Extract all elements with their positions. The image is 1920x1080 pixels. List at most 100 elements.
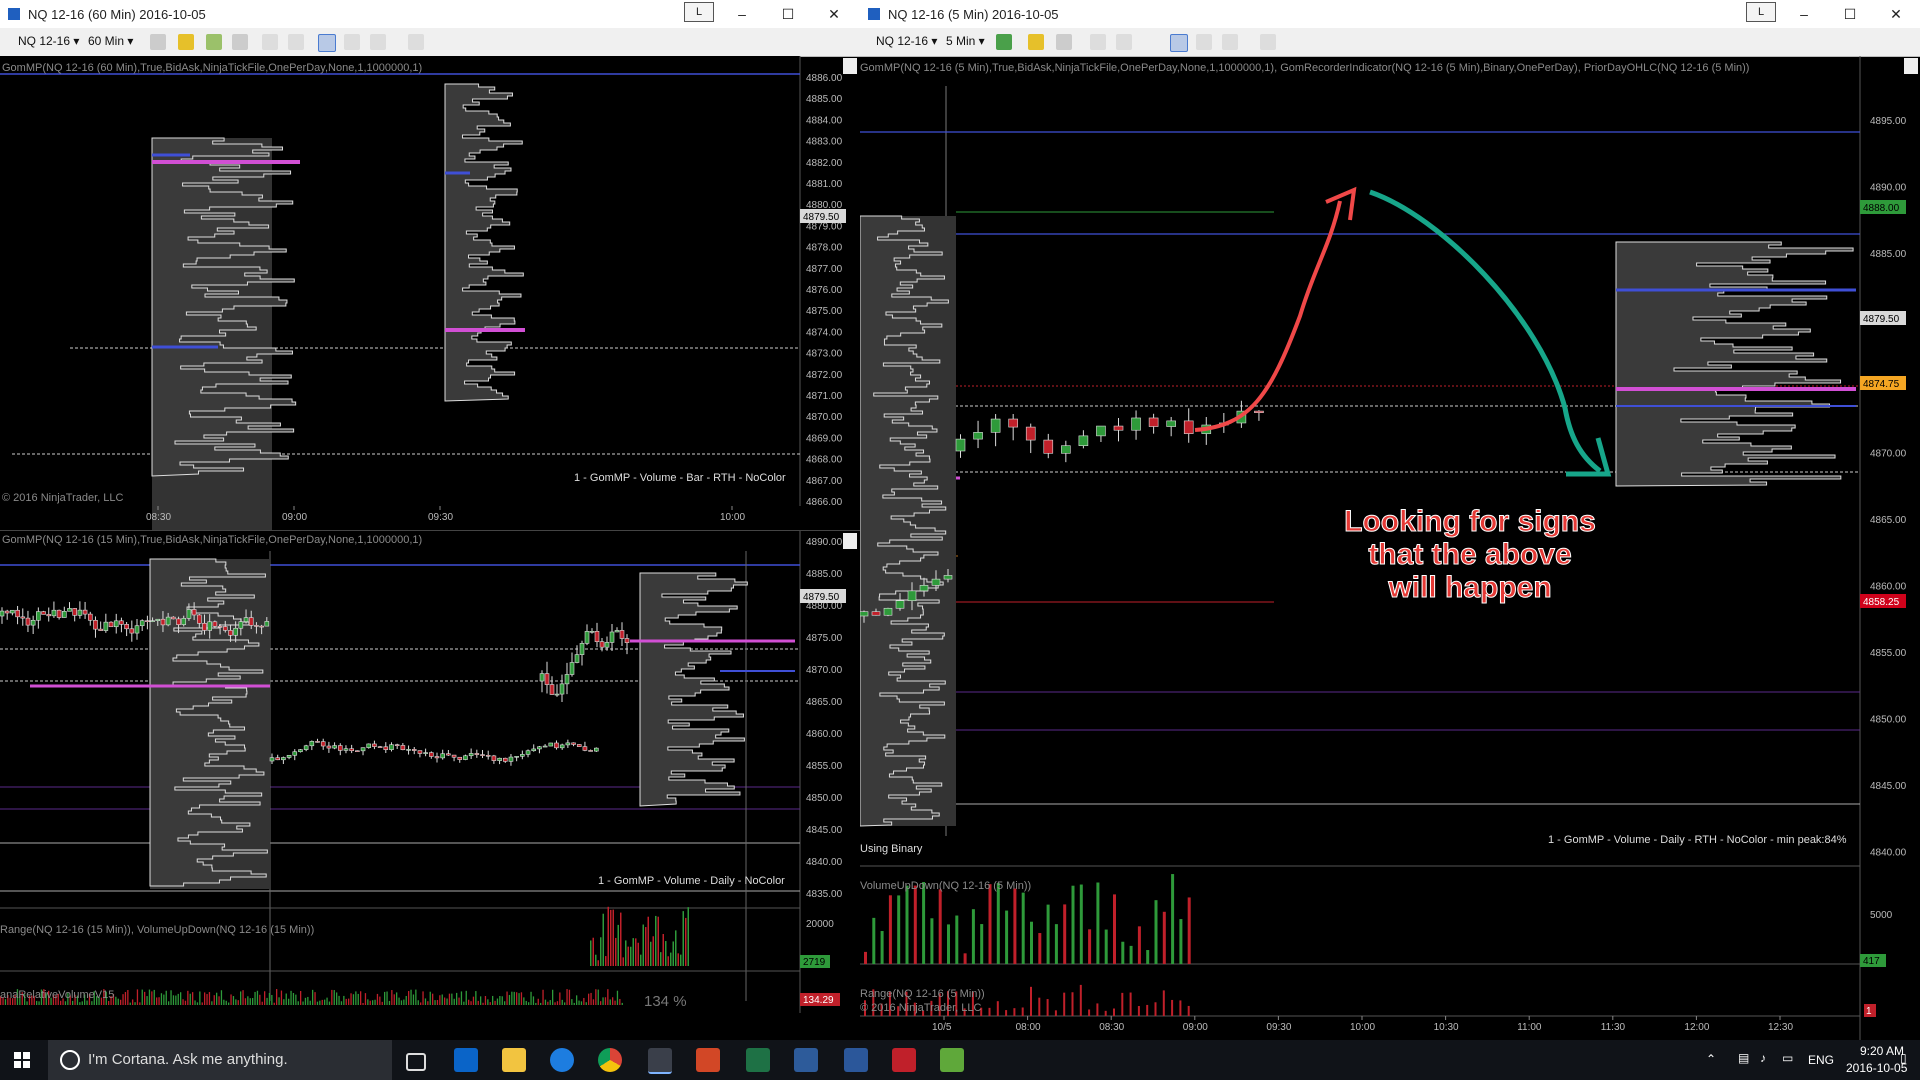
volume-bar bbox=[913, 885, 917, 964]
cursor-icon[interactable] bbox=[262, 34, 278, 50]
relvol-bar bbox=[201, 1002, 203, 1005]
app-red-icon[interactable] bbox=[892, 1048, 916, 1072]
close-button[interactable]: ✕ bbox=[1874, 0, 1918, 28]
candle bbox=[165, 616, 171, 626]
eraser-icon[interactable] bbox=[232, 34, 248, 50]
file-explorer-icon[interactable] bbox=[502, 1048, 526, 1072]
candle bbox=[119, 620, 124, 625]
eraser-icon[interactable] bbox=[1056, 34, 1072, 50]
volume-bar bbox=[996, 883, 1000, 964]
candle bbox=[197, 614, 202, 624]
link-button[interactable]: L bbox=[684, 2, 714, 22]
candle bbox=[955, 438, 966, 452]
relvol-bar bbox=[609, 999, 611, 1005]
minimize-button[interactable]: – bbox=[720, 0, 764, 28]
pencil-icon[interactable] bbox=[1028, 34, 1044, 50]
line-tool-icon[interactable] bbox=[150, 34, 166, 50]
excel-icon[interactable] bbox=[746, 1048, 770, 1072]
relative-volume-label: anaRelativeVolumeV15 bbox=[0, 989, 115, 1001]
bar-type-icon[interactable] bbox=[996, 34, 1012, 50]
clock-time[interactable]: 9:20 AM bbox=[1860, 1044, 1904, 1058]
notification-msg-icon[interactable]: ▭ bbox=[1782, 1051, 1793, 1065]
volume-bar bbox=[1054, 924, 1058, 964]
candle bbox=[919, 585, 929, 592]
tray-chevron-icon[interactable]: ⌃ bbox=[1706, 1052, 1716, 1066]
strategies-icon[interactable] bbox=[1222, 34, 1238, 50]
clock-date[interactable]: 2016-10-05 bbox=[1846, 1061, 1907, 1075]
instrument-selector[interactable]: NQ 12-16 ▾ bbox=[876, 34, 937, 48]
candle bbox=[594, 631, 600, 642]
taskbar: I'm Cortana. Ask me anything. ⌃ ▤ ♪ ▭ EN… bbox=[0, 1040, 1920, 1080]
outlook-icon[interactable] bbox=[454, 1048, 478, 1072]
x-tick: 09:00 bbox=[282, 512, 307, 523]
indicators-icon[interactable] bbox=[344, 34, 360, 50]
cursor-icon[interactable] bbox=[1090, 34, 1106, 50]
y-tick: 4877.00 bbox=[806, 264, 843, 275]
properties-icon[interactable] bbox=[1260, 34, 1276, 50]
network-icon[interactable]: ▤ bbox=[1738, 1051, 1749, 1065]
tws-icon[interactable] bbox=[794, 1048, 818, 1072]
minimize-button[interactable]: – bbox=[1782, 0, 1826, 28]
y-tick: 4884.00 bbox=[806, 115, 843, 126]
language-indicator[interactable]: ENG bbox=[1808, 1053, 1834, 1067]
indicators-icon[interactable] bbox=[1196, 34, 1212, 50]
volume-bar bbox=[657, 916, 659, 966]
windows-start-icon[interactable] bbox=[14, 1052, 30, 1068]
strategies-icon[interactable] bbox=[370, 34, 386, 50]
range-bar bbox=[1021, 1007, 1024, 1016]
interval-selector[interactable]: 60 Min ▾ bbox=[88, 34, 133, 48]
edge-icon[interactable] bbox=[550, 1048, 574, 1072]
word-icon[interactable] bbox=[844, 1048, 868, 1072]
relvol-bar bbox=[408, 991, 410, 1005]
candle bbox=[895, 600, 905, 609]
cortana-search-box[interactable]: I'm Cortana. Ask me anything. bbox=[48, 1040, 392, 1080]
volume-bar bbox=[625, 940, 627, 966]
relvol-bar bbox=[501, 996, 503, 1005]
relvol-bar bbox=[554, 1002, 556, 1005]
powerpoint-icon[interactable] bbox=[696, 1048, 720, 1072]
relvol-bar bbox=[516, 992, 518, 1005]
relvol-bar bbox=[261, 1001, 263, 1005]
relvol-bar bbox=[379, 996, 381, 1005]
candle bbox=[411, 749, 417, 751]
y-tick: 4881.00 bbox=[806, 179, 843, 190]
chart-style-icon[interactable] bbox=[1170, 34, 1188, 52]
volume-icon[interactable]: ♪ bbox=[1760, 1051, 1766, 1065]
maximize-button[interactable]: ☐ bbox=[766, 0, 810, 28]
candle bbox=[202, 623, 207, 631]
task-view-icon[interactable] bbox=[406, 1053, 426, 1071]
candle bbox=[549, 684, 555, 695]
instrument-selector[interactable]: NQ 12-16 ▾ bbox=[18, 34, 79, 48]
candle bbox=[315, 741, 320, 743]
ninjatrader-icon[interactable] bbox=[648, 1048, 672, 1074]
action-center-icon[interactable]: ▯ bbox=[1900, 1051, 1907, 1065]
volume-bar bbox=[647, 916, 649, 966]
volume-bar bbox=[1179, 919, 1183, 964]
relvol-bar bbox=[139, 1002, 141, 1005]
zoom-icon[interactable] bbox=[1116, 34, 1132, 50]
relvol-bar bbox=[588, 993, 590, 1005]
relvol-bar bbox=[26, 1001, 28, 1005]
close-button[interactable]: ✕ bbox=[812, 0, 856, 28]
maximize-button[interactable]: ☐ bbox=[1828, 0, 1872, 28]
volume-bar bbox=[888, 895, 892, 964]
y-tick: 4885.00 bbox=[1870, 249, 1907, 260]
app-green-icon[interactable] bbox=[940, 1048, 964, 1072]
pencil-icon[interactable] bbox=[178, 34, 194, 50]
zoom-icon[interactable] bbox=[288, 34, 304, 50]
interval-selector[interactable]: 5 Min ▾ bbox=[946, 34, 985, 48]
magic-icon[interactable] bbox=[206, 34, 222, 50]
candle bbox=[434, 756, 440, 759]
relvol-bar bbox=[316, 1001, 319, 1005]
range-bar bbox=[1154, 1002, 1157, 1016]
price-panel-60min[interactable]: 4886.00 4885.00 4884.00 4883.00 4882.00 4881.… bbox=[0, 56, 860, 530]
properties-icon[interactable] bbox=[408, 34, 424, 50]
candle bbox=[332, 745, 337, 749]
chart-style-icon[interactable] bbox=[318, 34, 336, 52]
volume-bar bbox=[602, 913, 604, 966]
price-panel-15min[interactable]: 4890.004885.004880.004875.004870.004865.… bbox=[0, 531, 860, 1013]
range-bar bbox=[1038, 997, 1041, 1016]
relvol-bar bbox=[259, 994, 261, 1005]
link-button[interactable]: L bbox=[1746, 2, 1776, 22]
chrome-icon[interactable] bbox=[598, 1048, 622, 1072]
